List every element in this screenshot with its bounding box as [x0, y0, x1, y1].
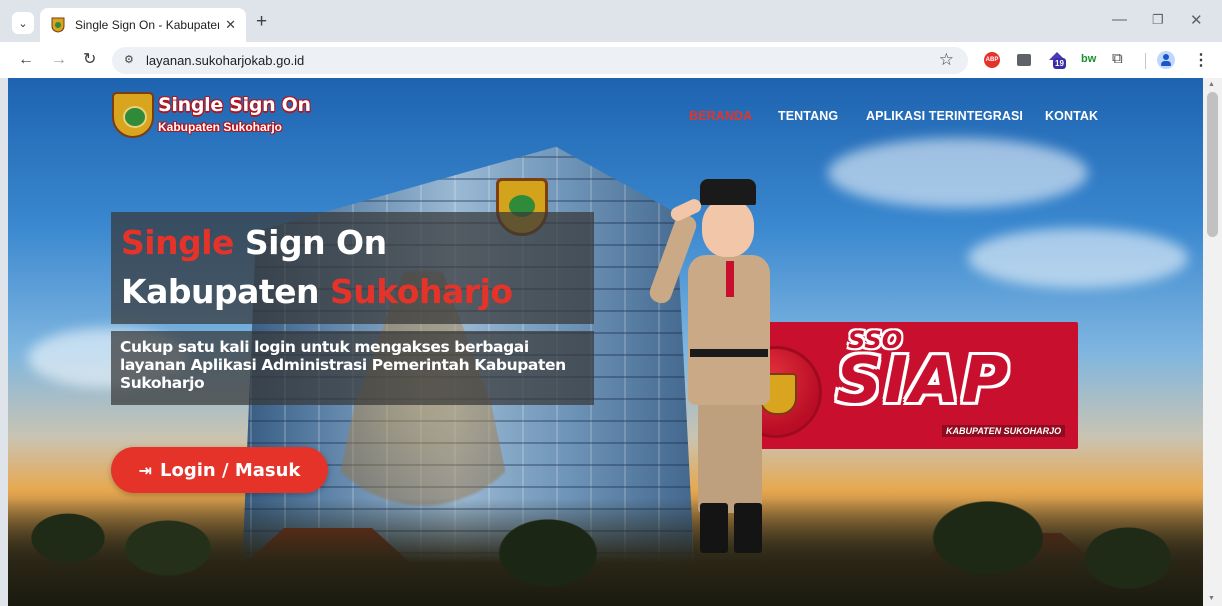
abp-label: ABP — [985, 57, 999, 63]
reload-icon[interactable]: ↻ — [83, 50, 96, 70]
figure-head — [702, 199, 754, 257]
forward-icon[interactable]: → — [51, 50, 67, 70]
saluting-official-figure — [646, 173, 783, 558]
profile-icon[interactable] — [1157, 51, 1175, 69]
nav-kontak[interactable]: KONTAK — [1045, 109, 1098, 123]
back-icon[interactable]: ← — [18, 50, 34, 70]
trees-foreground — [8, 498, 1203, 606]
login-icon: ⇥ — [138, 460, 153, 480]
adblock-extension-icon[interactable]: ABP — [984, 52, 1000, 68]
restore-icon[interactable]: ❐ — [1152, 12, 1164, 28]
login-button-label: Login / Masuk — [160, 459, 301, 481]
toolbar-divider — [1145, 53, 1146, 69]
figure-boot-right — [734, 503, 762, 553]
tab-title: Single Sign On - Kabupaten Sukoharjo — [75, 18, 220, 32]
bookmark-star-icon[interactable]: ☆ — [939, 50, 954, 70]
page-viewport: Single Sign On Kabupaten Sukoharjo BERAN… — [8, 78, 1203, 606]
figure-legs — [698, 403, 762, 513]
page-scrollbar[interactable]: ▲ ▼ — [1203, 78, 1222, 606]
hero-title-line-2: Kabupaten Sukoharjo — [121, 272, 513, 311]
nav-aplikasi-terintegrasi[interactable]: APLIKASI TERINTEGRASI — [866, 109, 1023, 123]
hero-description: Cukup satu kali login untuk mengakses be… — [120, 338, 566, 392]
hero-accent-single: Single — [121, 223, 234, 262]
scroll-down-icon[interactable]: ▼ — [1208, 595, 1215, 602]
cloud-decoration — [828, 138, 1088, 208]
url-text[interactable]: layanan.sukoharjokab.go.id — [146, 53, 304, 68]
scrollbar-thumb[interactable] — [1207, 92, 1218, 237]
scroll-up-icon[interactable]: ▲ — [1208, 81, 1215, 88]
site-info-icon[interactable]: ⚙ — [124, 53, 134, 66]
siap-subtitle: KABUPATEN SUKOHARJO — [942, 425, 1066, 437]
logo-title[interactable]: Single Sign On — [158, 94, 311, 116]
sukoharjo-emblem-icon[interactable] — [112, 92, 154, 138]
figure-belt — [690, 349, 768, 357]
browser-toolbar: ← → ↻ ⚙ layanan.sukoharjokab.go.id ☆ ABP… — [0, 42, 1222, 78]
new-tab-button[interactable]: + — [256, 12, 267, 32]
cloud-decoration — [968, 228, 1188, 288]
tab-list-icon[interactable]: ⌄ — [12, 12, 34, 34]
close-icon[interactable]: ✕ — [1190, 11, 1203, 29]
tab-close-icon[interactable]: ✕ — [225, 17, 236, 33]
minimize-icon[interactable]: — — [1112, 11, 1127, 28]
menu-icon[interactable]: ⋮ — [1193, 50, 1209, 70]
login-button[interactable]: ⇥ Login / Masuk — [111, 447, 328, 493]
address-bar[interactable]: ⚙ layanan.sukoharjokab.go.id ☆ — [112, 47, 968, 74]
image-extension-icon[interactable] — [1017, 54, 1031, 66]
logo-subtitle[interactable]: Kabupaten Sukoharjo — [158, 120, 282, 134]
nav-beranda[interactable]: BERANDA — [689, 109, 752, 123]
figure-boot-left — [700, 503, 728, 553]
extension-badge: 19 — [1053, 58, 1066, 69]
figure-peci-cap — [700, 179, 756, 205]
hero-title-line-1: Single Sign On — [121, 223, 387, 262]
puzzle-icon[interactable]: ⧉ — [1112, 50, 1123, 67]
browser-tab-bar: ⌄ Single Sign On - Kabupaten Sukoharjo ✕… — [0, 0, 1222, 42]
hero-sign-on: Sign On — [233, 223, 387, 262]
browser-tab-active[interactable]: Single Sign On - Kabupaten Sukoharjo ✕ — [40, 8, 246, 42]
hero-description-box: Cukup satu kali login untuk mengakses be… — [111, 331, 594, 405]
home-extension-icon[interactable]: 19 — [1048, 52, 1068, 70]
hero-accent-sukoharjo: Sukoharjo — [329, 272, 513, 311]
siap-label: SIAP — [836, 344, 1011, 418]
site-favicon-icon — [51, 17, 65, 33]
hero-kabupaten: Kabupaten — [121, 272, 330, 311]
hero-title: Single Sign On Kabupaten Sukoharjo — [111, 212, 594, 324]
nav-tentang[interactable]: TENTANG — [778, 109, 838, 123]
bw-extension-icon[interactable]: bw — [1081, 53, 1096, 65]
figure-tie — [726, 261, 734, 297]
